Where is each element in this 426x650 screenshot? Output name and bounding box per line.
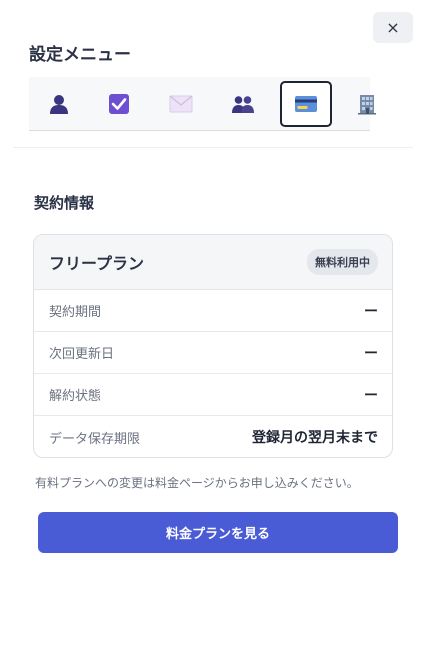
view-pricing-button[interactable]: 料金プランを見る bbox=[38, 512, 398, 553]
tab-organization[interactable] bbox=[341, 81, 393, 127]
settings-tab-bar bbox=[29, 77, 376, 131]
envelope-icon bbox=[169, 95, 193, 113]
close-button[interactable]: × bbox=[373, 12, 413, 43]
contract-row-retention: データ保存期限 登録月の翌月末まで bbox=[34, 416, 392, 457]
tab-profile[interactable] bbox=[33, 81, 85, 127]
row-value: ー bbox=[364, 345, 378, 362]
credit-card-icon bbox=[295, 96, 317, 112]
header-divider bbox=[13, 147, 413, 148]
contract-row-renewal: 次回更新日 ー bbox=[34, 332, 392, 374]
row-value: 登録月の翌月末まで bbox=[252, 430, 378, 446]
tab-mail[interactable] bbox=[155, 81, 207, 127]
contract-row-period: 契約期間 ー bbox=[34, 290, 392, 332]
contract-card: フリープラン 無料利用中 契約期間 ー 次回更新日 ー 解約状態 ー データ保存… bbox=[33, 234, 393, 458]
row-label: データ保存期限 bbox=[49, 431, 141, 447]
close-icon: × bbox=[386, 18, 400, 37]
view-pricing-label: 料金プランを見る bbox=[165, 527, 270, 542]
plan-change-note: 有料プランへの変更は料金ページからお申し込みください。 bbox=[35, 476, 359, 490]
row-label: 契約期間 bbox=[49, 305, 102, 320]
tab-tasks[interactable] bbox=[93, 81, 145, 127]
row-label: 解約状態 bbox=[49, 389, 102, 404]
tab-team[interactable] bbox=[217, 81, 269, 127]
contract-row-cancellation: 解約状態 ー bbox=[34, 374, 392, 416]
person-icon bbox=[50, 95, 68, 114]
section-title: 契約情報 bbox=[34, 194, 95, 212]
people-icon bbox=[232, 96, 254, 113]
building-icon bbox=[358, 95, 376, 115]
status-badge: 無料利用中 bbox=[307, 249, 378, 275]
tab-billing[interactable] bbox=[280, 81, 332, 127]
row-label: 次回更新日 bbox=[49, 347, 115, 362]
checkbox-icon bbox=[109, 94, 129, 114]
row-value: ー bbox=[364, 387, 378, 404]
menu-title: 設定メニュー bbox=[29, 45, 131, 65]
row-value: ー bbox=[364, 303, 378, 320]
plan-name: フリープラン bbox=[49, 254, 145, 273]
plan-header: フリープラン 無料利用中 bbox=[34, 235, 392, 290]
